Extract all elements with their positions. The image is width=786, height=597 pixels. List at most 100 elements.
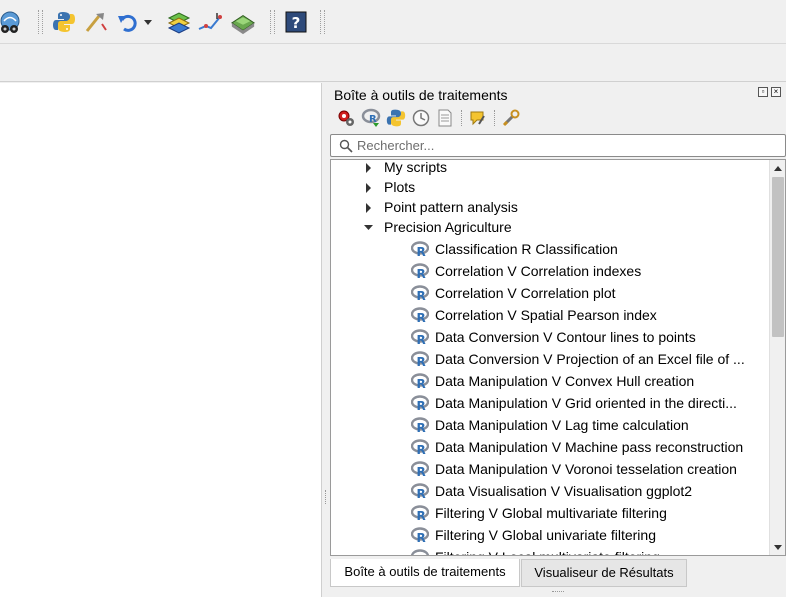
tree-script-item[interactable]: R Data Manipulation V Voronoi tesselation…: [331, 458, 769, 480]
panel-splitter[interactable]: [322, 83, 330, 597]
svg-text:R: R: [417, 465, 426, 477]
tree-script-label: Classification R Classification: [435, 241, 618, 257]
toolbar-separator: [320, 10, 325, 34]
r-script-icon: R: [411, 263, 429, 279]
svg-text:R: R: [417, 289, 426, 301]
close-panel-icon[interactable]: ×: [771, 87, 781, 97]
tree-group[interactable]: Plots: [331, 177, 769, 197]
tree-script-label: Data Conversion V Projection of an Excel…: [435, 351, 745, 367]
r-script-icon: R: [411, 373, 429, 389]
undo-icon[interactable]: [115, 9, 141, 35]
algorithm-tree[interactable]: R Filtering V Local multivariate filterin…: [330, 159, 786, 556]
edit-script-icon[interactable]: [467, 107, 489, 129]
r-script-icon: R: [411, 351, 429, 367]
svg-text:R: R: [417, 333, 426, 345]
r-script-icon: R: [411, 461, 429, 477]
svg-text:R: R: [417, 355, 426, 367]
r-script-icon: R: [411, 483, 429, 499]
tree-script-item[interactable]: R Classification R Classification: [331, 238, 769, 260]
tab-results-viewer[interactable]: Visualiseur de Résultats: [521, 559, 687, 587]
r-scripts-icon[interactable]: R: [360, 107, 382, 129]
r-script-icon: R: [411, 527, 429, 543]
tree-script-item[interactable]: R Correlation V Spatial Pearson index: [331, 304, 769, 326]
tree-group-label: My scripts: [384, 159, 447, 175]
svg-text:R: R: [417, 421, 426, 433]
tree-script-item[interactable]: R Filtering V Global univariate filtering: [331, 524, 769, 546]
digitize-icon[interactable]: [83, 9, 109, 35]
r-script-icon: R: [411, 241, 429, 257]
svg-text:?: ?: [292, 14, 301, 32]
svg-text:R: R: [417, 267, 426, 279]
help-icon[interactable]: ?: [283, 9, 309, 35]
tree-script-label: Data Manipulation V Convex Hull creation: [435, 373, 695, 389]
svg-text:R: R: [417, 245, 426, 257]
panel-resize-grip: [552, 591, 564, 594]
collapse-arrow-icon[interactable]: [363, 217, 375, 237]
tree-script-item[interactable]: R Correlation V Correlation indexes: [331, 260, 769, 282]
tree-script-item[interactable]: R Filtering V Global multivariate filteri…: [331, 502, 769, 524]
scroll-down-icon[interactable]: [770, 539, 785, 555]
tree-script-item[interactable]: R Correlation V Correlation plot: [331, 282, 769, 304]
tree-group-label: Plots: [384, 179, 416, 195]
r-script-icon: R: [411, 329, 429, 345]
toolbar-separator: [270, 10, 275, 34]
tree-group[interactable]: Point pattern analysis: [331, 197, 769, 217]
layers-refresh-icon[interactable]: [166, 9, 192, 35]
tree-script-item[interactable]: R Data Conversion V Contour lines to poin…: [331, 326, 769, 348]
tree-script-label: Data Manipulation V Machine pass reconst…: [435, 439, 744, 455]
vehicle-icon[interactable]: [0, 9, 26, 35]
options-icon[interactable]: [500, 107, 522, 129]
expand-arrow-icon[interactable]: [363, 197, 375, 217]
ruler-icon[interactable]: [197, 9, 223, 35]
scroll-up-icon[interactable]: [770, 160, 785, 176]
processing-gear-icon[interactable]: [335, 107, 357, 129]
r-script-icon: R: [411, 439, 429, 455]
svg-text:R: R: [417, 531, 426, 543]
tree-script-item[interactable]: R Data Manipulation V Convex Hull creatio…: [331, 370, 769, 392]
scrollbar-thumb[interactable]: [772, 177, 784, 337]
panel-tabs: Boîte à outils de traitements Visualiseu…: [330, 557, 786, 591]
float-panel-icon[interactable]: ▫: [758, 87, 768, 97]
tree-script-item[interactable]: R Data Visualisation V Visualisation ggpl…: [331, 480, 769, 502]
tree-script-label: Data Manipulation V Grid oriented in the…: [435, 395, 737, 411]
secondary-toolbar: [0, 44, 786, 82]
svg-text:R: R: [417, 311, 426, 323]
history-icon[interactable]: [410, 107, 432, 129]
svg-text:R: R: [417, 487, 426, 499]
python-scripts-icon[interactable]: [385, 107, 407, 129]
tree-group[interactable]: My scripts: [331, 159, 769, 177]
r-script-icon: R: [411, 285, 429, 301]
search-icon: [339, 139, 353, 156]
tree-script-item[interactable]: R Data Manipulation V Lag time calculatio…: [331, 414, 769, 436]
python-icon[interactable]: [51, 9, 77, 35]
terrain-icon[interactable]: [230, 9, 256, 35]
svg-text:R: R: [417, 399, 426, 411]
search-input[interactable]: [357, 137, 777, 154]
tree-script-label: Data Manipulation V Voronoi tesselation …: [435, 461, 737, 477]
svg-text:R: R: [417, 443, 426, 455]
tree-script-item[interactable]: R Filtering V Local multivariate filterin…: [331, 546, 769, 556]
tree-group-label: Precision Agriculture: [384, 219, 512, 235]
tree-script-label: Filtering V Global multivariate filterin…: [435, 505, 667, 521]
dropdown-arrow-icon[interactable]: [141, 9, 155, 35]
svg-text:R: R: [417, 553, 426, 556]
tree-script-item[interactable]: R Data Manipulation V Machine pass recons…: [331, 436, 769, 458]
tree-script-item[interactable]: R Data Conversion V Projection of an Exce…: [331, 348, 769, 370]
expand-arrow-icon[interactable]: [363, 159, 375, 177]
r-script-icon: R: [411, 417, 429, 433]
r-script-icon: R: [411, 307, 429, 323]
tree-script-label: Filtering V Local multivariate filtering: [435, 546, 660, 555]
results-icon[interactable]: [434, 107, 456, 129]
tree-script-label: Correlation V Spatial Pearson index: [435, 307, 657, 323]
r-script-icon: R: [411, 395, 429, 411]
svg-text:R: R: [417, 377, 426, 389]
tree-group[interactable]: Precision Agriculture: [331, 217, 769, 237]
tree-script-label: Data Visualisation V Visualisation ggplo…: [435, 483, 693, 499]
tree-scrollbar[interactable]: [769, 160, 785, 555]
expand-arrow-icon[interactable]: [363, 177, 375, 197]
tab-processing-toolbox[interactable]: Boîte à outils de traitements: [330, 559, 520, 587]
tree-script-label: Filtering V Global univariate filtering: [435, 527, 656, 543]
map-canvas[interactable]: [0, 83, 322, 597]
tree-script-item[interactable]: R Data Manipulation V Grid oriented in th…: [331, 392, 769, 414]
search-box[interactable]: [330, 134, 786, 157]
